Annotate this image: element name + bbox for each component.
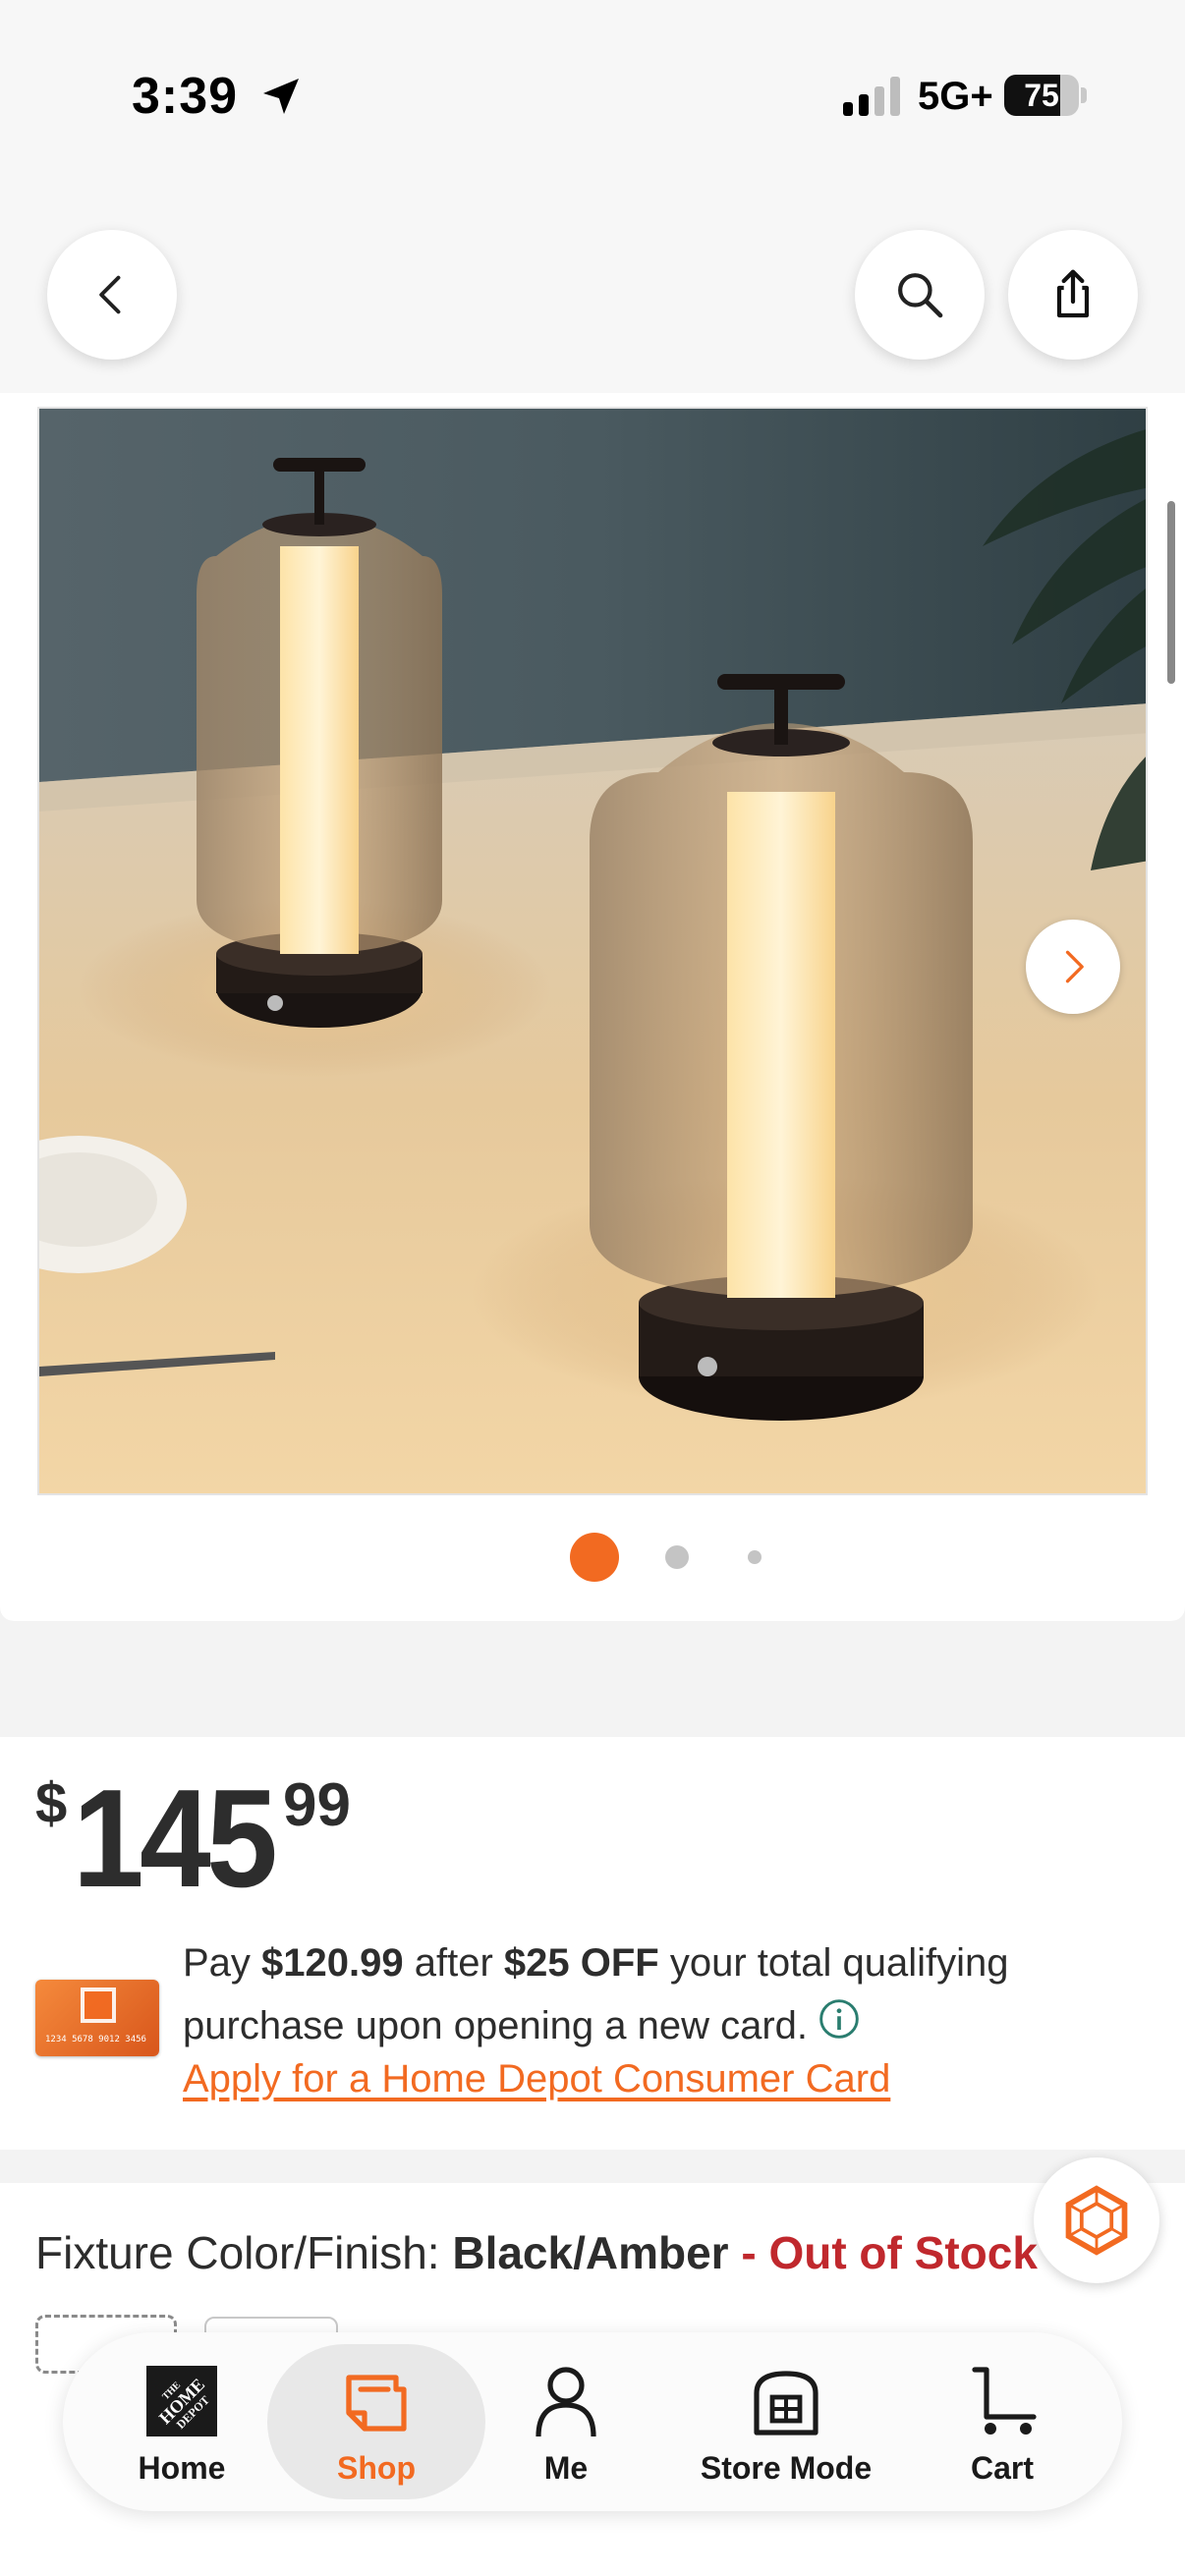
price-whole: 145: [73, 1761, 278, 1917]
offer-pay-amount: $120.99: [261, 1941, 404, 1985]
tab-label: Cart: [970, 2450, 1034, 2486]
apply-card-link[interactable]: Apply for a Home Depot Consumer Card: [183, 2057, 890, 2101]
person-icon: [536, 2367, 596, 2437]
price-dollar-sign: $: [35, 1771, 68, 1835]
tab-shop[interactable]: Shop: [267, 2344, 485, 2499]
header-background: [0, 196, 1185, 407]
tab-me[interactable]: Me: [497, 2344, 635, 2499]
credit-card-icon: 1234 5678 9012 3456: [35, 1980, 159, 2056]
chevron-left-icon: [99, 275, 121, 314]
tab-label: Shop: [337, 2450, 416, 2486]
offer-pay-prefix: Pay: [183, 1941, 262, 1985]
back-button[interactable]: [47, 230, 177, 360]
status-bar: 3:39 5G+ 75: [0, 0, 1185, 196]
lamp-photo: [39, 409, 1146, 1493]
tab-label: Me: [543, 2450, 589, 2486]
hexagon-assistant-icon: [1065, 2185, 1128, 2256]
battery-level: 75: [1024, 78, 1059, 113]
next-image-button[interactable]: [1026, 920, 1120, 1014]
home-depot-logo-icon: THE HOME DEPOT: [146, 2366, 217, 2436]
gallery-dot[interactable]: [748, 1550, 762, 1564]
info-icon[interactable]: [818, 1997, 861, 2041]
gallery-dot[interactable]: [665, 1545, 689, 1569]
fixture-color-finish: Fixture Color/Finish: Black/Amber - Out …: [35, 2226, 1038, 2279]
location-arrow-icon: [263, 79, 299, 114]
tab-store-mode[interactable]: Store Mode: [678, 2344, 894, 2499]
offer-discount: $25 OFF: [503, 1941, 659, 1985]
tab-label: Store Mode: [700, 2450, 873, 2486]
share-icon: [1056, 269, 1090, 318]
battery-icon: 75: [1004, 75, 1087, 116]
card-offer-text: Pay $120.99 after $25 OFF your total qua…: [183, 1932, 1067, 2057]
bottom-safe-area: [0, 2511, 1185, 2576]
status-time: 3:39: [132, 68, 239, 125]
product-page: 3:39 5G+ 75 $ 145 99 1234 5678 9012 3456…: [0, 0, 1185, 2576]
gallery-dot-active[interactable]: [570, 1533, 619, 1582]
search-icon: [898, 273, 943, 318]
store-icon: [754, 2371, 818, 2436]
chevron-right-icon: [1065, 950, 1084, 983]
search-button[interactable]: [855, 230, 985, 360]
stock-status: - Out of Stock: [728, 2227, 1038, 2278]
shop-icon: [346, 2375, 407, 2432]
assistant-button[interactable]: [1034, 2157, 1159, 2283]
product-image[interactable]: [37, 407, 1148, 1495]
scroll-indicator[interactable]: [1167, 501, 1175, 684]
signal-icon: [843, 77, 900, 116]
share-button[interactable]: [1008, 230, 1138, 360]
tab-cart[interactable]: Cart: [933, 2344, 1071, 2499]
fixture-value: Black/Amber: [452, 2227, 729, 2278]
tab-label: Home: [138, 2450, 226, 2486]
fixture-label: Fixture Color/Finish:: [35, 2227, 453, 2278]
tab-home[interactable]: THE HOME DEPOT Home: [108, 2344, 255, 2499]
price-cents: 99: [283, 1771, 351, 1839]
offer-after: after: [403, 1941, 504, 1985]
card-number: 1234 5678 9012 3456: [45, 2035, 146, 2044]
network-type: 5G+: [918, 75, 993, 118]
cart-icon: [972, 2367, 1037, 2435]
